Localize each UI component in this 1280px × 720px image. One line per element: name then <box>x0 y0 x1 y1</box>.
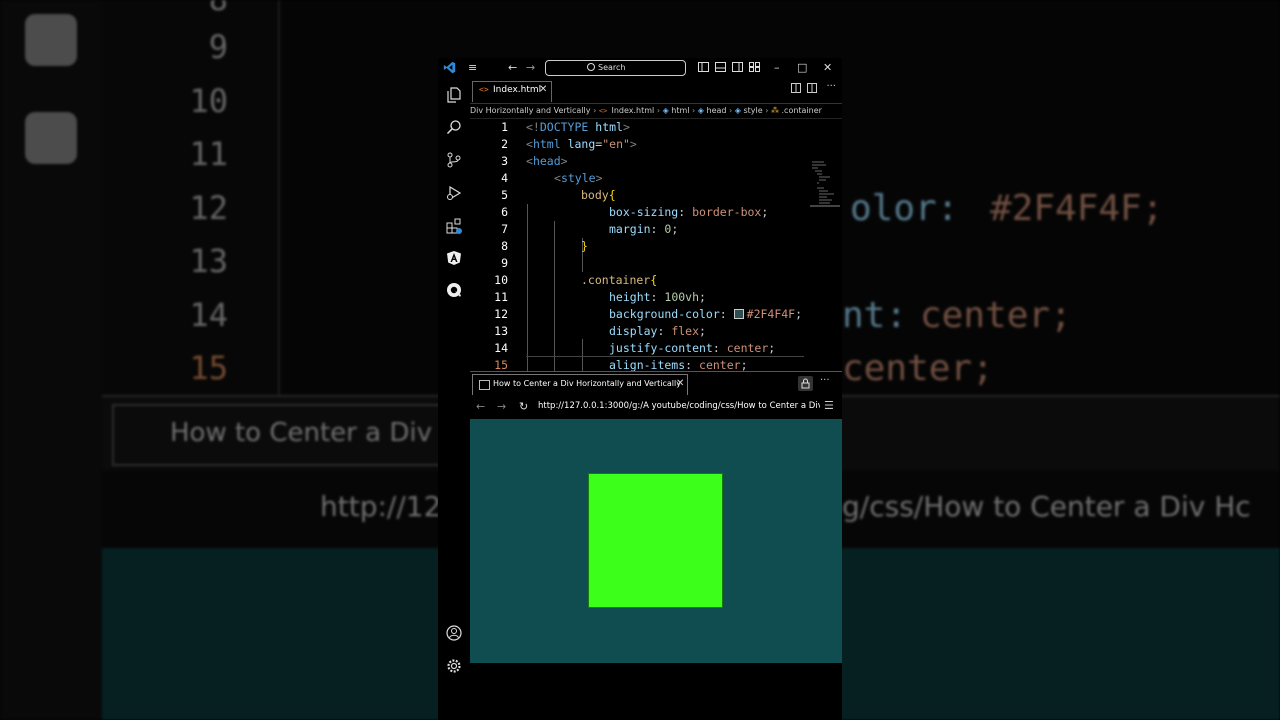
minimap[interactable] <box>810 160 840 220</box>
code-line: 11 height: 100vh; <box>494 290 706 304</box>
bg-line-number: 13 <box>189 242 228 280</box>
browser-forward-icon[interactable]: → <box>497 400 506 413</box>
code-line: 6 box-sizing: border-box; <box>501 205 769 219</box>
lock-icon[interactable] <box>798 376 813 391</box>
run-debug-icon[interactable] <box>446 185 462 201</box>
command-center-search[interactable]: Search <box>545 60 686 76</box>
back-icon[interactable]: ← <box>508 61 517 75</box>
bg-line-number: 8 <box>108 0 228 18</box>
title-bar: ≡ ← → Search – □ ✕ <box>438 58 842 78</box>
customize-layout-icon[interactable] <box>749 62 760 76</box>
breadcrumb-item[interactable]: html <box>671 106 689 115</box>
bg-line-number: 11 <box>189 135 228 173</box>
menu-icon[interactable]: ≡ <box>468 61 477 75</box>
search-label: Search <box>598 63 626 72</box>
breadcrumb: Div Horizontally and Vertically › <> Ind… <box>470 106 822 115</box>
bg-line-number: 15 <box>189 349 228 387</box>
code-line: 1 <!DOCTYPE html> <box>501 120 630 134</box>
settings-gear-icon[interactable] <box>446 658 462 674</box>
browser-address-bar: ← → ↻ http://127.0.0.1:3000/g:/A youtube… <box>470 395 842 419</box>
code-line: 2 <html lang="en"> <box>501 137 637 151</box>
bg-line-number: 10 <box>189 82 228 120</box>
bg-browser-tab: How to Center a Div H <box>112 404 460 466</box>
angular-icon[interactable] <box>446 250 462 266</box>
breadcrumb-item[interactable]: .container <box>782 106 822 115</box>
accounts-icon[interactable] <box>446 625 462 641</box>
code-editor[interactable]: 1 <!DOCTYPE html> 2 <html lang="en"> 3 <hea… <box>470 119 842 384</box>
browser-tabbar: How to Center a Div Horizontally and Ver… <box>470 371 842 396</box>
browser-more-icon[interactable]: ··· <box>820 375 830 386</box>
search-icon <box>587 63 595 71</box>
toggle-secondary-sidebar-icon[interactable] <box>732 62 743 76</box>
browser-page <box>470 419 842 663</box>
code-line: 13 display: flex; <box>494 324 706 338</box>
bg-tab-title: How to Center a Div H <box>170 418 460 448</box>
close-button[interactable]: ✕ <box>823 61 832 75</box>
bg-code-fragment: center; <box>842 348 994 389</box>
tab-index-html[interactable]: <> Index.html ✕ <box>472 81 552 102</box>
browser-page-icon <box>479 380 490 390</box>
source-control-icon[interactable] <box>446 152 462 168</box>
html-file-icon: <> <box>479 85 489 94</box>
minimize-button[interactable]: – <box>774 61 780 75</box>
bg-angular-icon <box>25 14 77 66</box>
vscode-window: ≡ ← → Search – □ ✕ <> Index.html ✕ ··· D… <box>438 58 842 720</box>
quokka-icon[interactable] <box>446 282 462 298</box>
bg-code-fragment: #2F4F4F; <box>990 188 1164 229</box>
editor-tabs: <> Index.html ✕ ··· <box>470 78 842 104</box>
open-preview-icon[interactable] <box>791 83 801 96</box>
breadcrumb-item[interactable]: Div Horizontally and Vertically <box>470 106 591 115</box>
breadcrumb-item[interactable]: head <box>707 106 727 115</box>
tab-close-icon[interactable]: ✕ <box>539 84 547 95</box>
code-line: 14 justify-content: center; <box>494 341 776 355</box>
bg-code-fragment: center; <box>920 295 1072 336</box>
more-actions-icon[interactable]: ··· <box>826 81 836 92</box>
code-line: 10 .container{ <box>494 273 658 287</box>
reload-icon[interactable]: ↻ <box>519 400 528 413</box>
forward-icon[interactable]: → <box>526 61 535 75</box>
code-line: 12 background-color: #2F4F4F; <box>494 307 803 321</box>
bg-activity-bar <box>0 0 102 720</box>
browser-tab-close-icon[interactable]: ✕ <box>676 378 684 389</box>
code-line: 9 <box>501 256 508 270</box>
browser-menu-icon[interactable]: ☰ <box>824 399 834 412</box>
bg-line-number: 9 <box>208 28 228 66</box>
breadcrumb-item[interactable]: style <box>743 106 762 115</box>
code-line: 7 margin: 0; <box>501 222 679 236</box>
bg-url-right: g/css/How to Center a Div Hc <box>842 490 1251 523</box>
browser-back-icon[interactable]: ← <box>476 400 485 413</box>
bg-quokka-icon <box>25 112 77 164</box>
vscode-logo-icon <box>443 61 456 78</box>
url-input[interactable]: http://127.0.0.1:3000/g:/A youtube/codin… <box>538 401 820 411</box>
code-line: 4 <style> <box>501 171 603 185</box>
split-editor-icon[interactable] <box>807 83 817 96</box>
code-line: 5 body{ <box>501 188 616 202</box>
tab-browser-preview[interactable]: How to Center a Div Horizontally and Ver… <box>472 374 688 395</box>
tab-label: Index.html <box>493 85 542 95</box>
search-icon[interactable] <box>446 119 462 135</box>
maximize-button[interactable]: □ <box>797 61 807 75</box>
bg-line-number: 14 <box>189 296 228 334</box>
extensions-icon[interactable] <box>446 218 462 234</box>
color-swatch[interactable] <box>733 309 744 319</box>
browser-tab-label: How to Center a Div Horizontally and Ver… <box>493 379 681 388</box>
simple-browser: How to Center a Div Horizontally and Ver… <box>470 371 842 664</box>
code-line: 8} <box>501 239 588 253</box>
toggle-sidebar-icon[interactable] <box>698 62 709 76</box>
toggle-panel-icon[interactable] <box>715 62 726 76</box>
explorer-icon[interactable] <box>446 87 462 103</box>
centered-div <box>588 473 723 608</box>
bg-code-fragment: olor: <box>850 188 959 229</box>
code-line: 3 <head> <box>501 154 568 168</box>
bg-line-number: 12 <box>189 189 228 227</box>
activity-bar <box>438 78 470 720</box>
bg-code-fragment: nt: <box>842 295 908 336</box>
editor-group: <> Index.html ✕ ··· Div Horizontally and… <box>470 78 842 384</box>
breadcrumb-item[interactable]: Index.html <box>611 106 654 115</box>
